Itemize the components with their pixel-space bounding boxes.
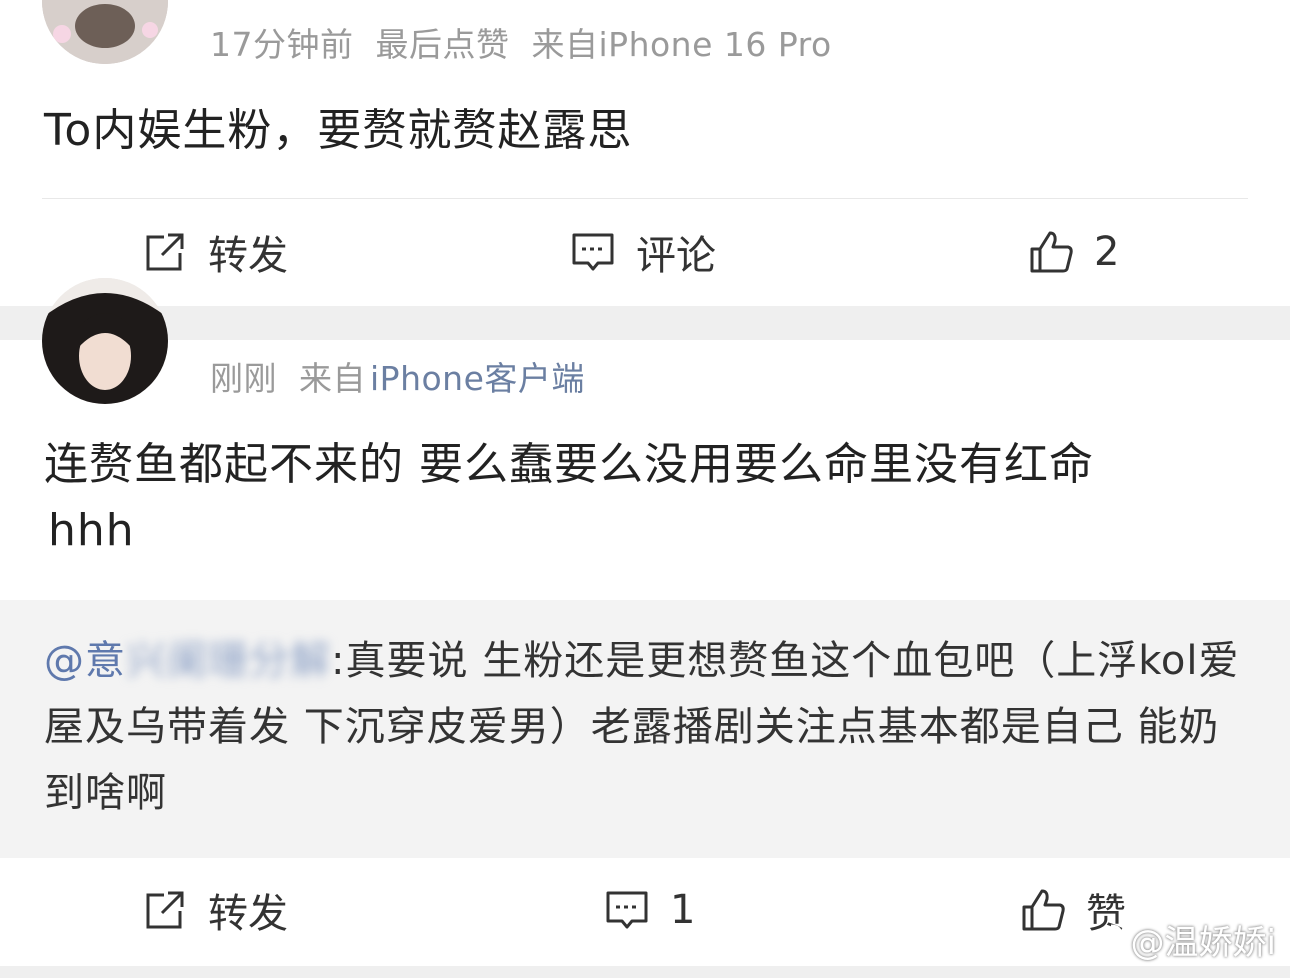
comment-button[interactable]: 1: [604, 880, 695, 940]
like-icon: [1028, 229, 1074, 275]
post-text-line1: 连赘鱼都起不来的 要么蠢要么没用要么命里没有红命: [44, 439, 1094, 490]
comment-button[interactable]: 评论: [570, 222, 716, 282]
watermark: @温娇娇i: [1083, 915, 1276, 964]
comment-icon: [604, 887, 650, 933]
post-source: 来自iPhone 16 Pro: [531, 25, 832, 64]
post-card-1: 17分钟前 最后点赞 来自iPhone 16 Pro To内娱生粉，要赘就赘赵露思 …: [0, 0, 1290, 306]
avatar[interactable]: [42, 0, 168, 64]
post-source-device[interactable]: iPhone客户端: [370, 359, 585, 398]
mention-link-blurred[interactable]: 兴阑珊分解: [126, 638, 331, 684]
post-text-line2: hhh: [48, 505, 135, 556]
comment-count: 1: [670, 887, 696, 933]
comment-label: 评论: [636, 233, 716, 279]
repost-label: 转发: [208, 233, 288, 279]
comment-icon: [570, 229, 616, 275]
mention-link[interactable]: @意: [44, 638, 126, 684]
post-time: 刚刚: [210, 359, 277, 398]
like-button[interactable]: 2: [1028, 222, 1119, 282]
card-separator: [0, 966, 1290, 978]
post-card-2: 刚刚 来自 iPhone客户端 连赘鱼都起不来的 要么蠢要么没用要么命里没有红命 h…: [0, 278, 1290, 978]
watermark-text: @温娇娇i: [1130, 923, 1276, 963]
post-meta: 17分钟前 最后点赞 来自iPhone 16 Pro: [210, 18, 854, 66]
weibo-logo-icon: [1083, 924, 1123, 956]
post-meta: 刚刚 来自 iPhone客户端: [210, 352, 607, 400]
repost-button[interactable]: 转发: [142, 880, 288, 940]
like-icon: [1020, 887, 1066, 933]
post-time: 17分钟前: [210, 25, 354, 64]
repost-icon: [142, 229, 188, 275]
repost-icon: [142, 887, 188, 933]
like-count: 2: [1094, 229, 1120, 275]
quoted-post[interactable]: @意兴阑珊分解:真要说 生粉还是更想赘鱼这个血包吧（上浮kol爱屋及乌带着发 下…: [0, 600, 1290, 858]
divider: [42, 198, 1248, 199]
last-liked-label: 最后点赞: [375, 25, 510, 64]
quoted-post-text: @意兴阑珊分解:真要说 生粉还是更想赘鱼这个血包吧（上浮kol爱屋及乌带着发 下…: [44, 628, 1254, 826]
post-source-prefix: 来自: [299, 359, 366, 398]
post-text: To内娱生粉，要赘就赘赵露思: [44, 105, 633, 156]
card-separator: [0, 306, 1290, 340]
repost-label: 转发: [208, 891, 288, 937]
avatar[interactable]: [42, 278, 168, 404]
repost-button[interactable]: 转发: [142, 222, 288, 282]
